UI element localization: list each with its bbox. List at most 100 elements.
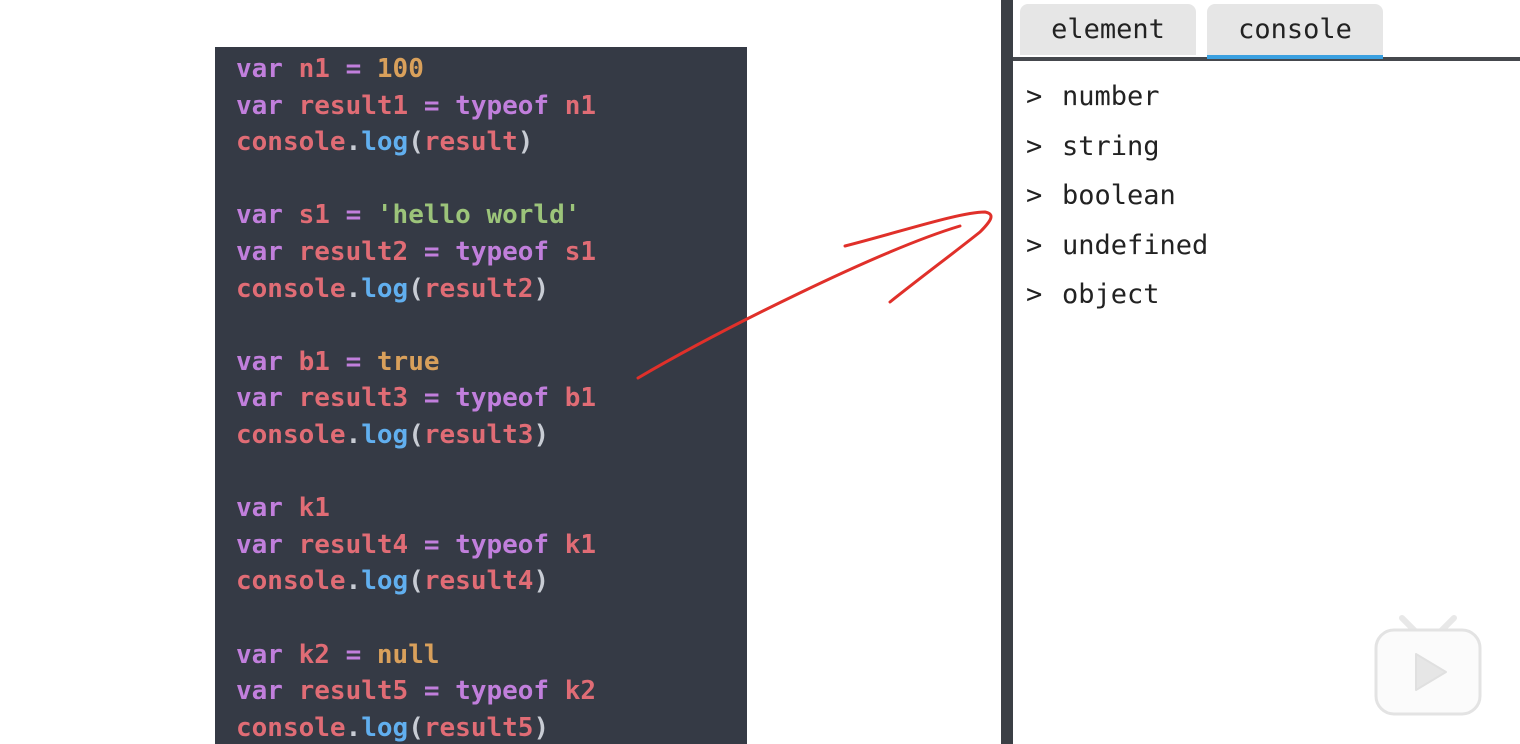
code-token: result: [423, 127, 518, 158]
code-token: =: [345, 54, 362, 84]
console-prompt-chevron: >: [1026, 81, 1043, 113]
code-line: console.log(result): [236, 124, 596, 161]
code-token: k1: [282, 493, 330, 524]
code-token: k2: [549, 676, 597, 707]
code-line: var result3 = typeof b1: [236, 380, 596, 417]
code-token: result3: [423, 419, 534, 450]
code-token: var: [236, 383, 283, 414]
code-token: k2: [282, 639, 346, 670]
code-token: (: [408, 273, 424, 304]
console-prompt-chevron: >: [1026, 180, 1043, 212]
code-line: var k1: [236, 490, 596, 527]
code-token: 100: [361, 54, 424, 84]
code-token: log: [361, 566, 409, 597]
code-token: console: [236, 712, 346, 743]
code-token: result5: [282, 676, 424, 707]
code-token: .: [345, 419, 362, 450]
code-token: result5: [423, 712, 534, 743]
code-token: 'hello world': [361, 200, 581, 231]
devtools-border: [1001, 0, 1013, 744]
code-token: (: [408, 419, 424, 450]
code-token: ): [517, 127, 534, 158]
code-token: var: [236, 200, 283, 231]
console-output-text: undefined: [1062, 229, 1209, 261]
console-output-text: string: [1062, 130, 1160, 162]
code-line: var result2 = typeof s1: [236, 234, 596, 271]
code-token: (: [408, 712, 424, 743]
console-prompt-chevron: >: [1026, 229, 1043, 261]
code-token: =: [423, 236, 440, 267]
console-output-row[interactable]: > undefined: [1026, 221, 1208, 271]
code-editor: var n1 = 100 var result1 = typeof n1 conso…: [215, 47, 747, 744]
code-token: var: [236, 529, 283, 560]
code-token: =: [423, 529, 440, 560]
code-token: log: [361, 712, 409, 743]
code-token: ): [533, 273, 550, 304]
code-token: var: [236, 346, 283, 377]
code-token: s1: [282, 200, 346, 231]
code-token: s1: [549, 236, 597, 267]
code-token: var: [236, 236, 283, 267]
console-prompt-chevron: >: [1026, 130, 1043, 162]
code-line: console.log(result4): [236, 563, 596, 600]
code-line: var b1 = true: [236, 344, 596, 381]
code-token: b1: [549, 383, 597, 414]
code-token: typeof: [439, 236, 550, 267]
code-token: var: [236, 90, 283, 121]
code-token: typeof: [439, 529, 550, 560]
code-token: =: [423, 676, 440, 707]
code-token: typeof: [439, 676, 550, 707]
code-token: true: [361, 346, 440, 377]
code-line: var k2 = null: [236, 637, 596, 674]
code-token: .: [345, 127, 362, 158]
code-token: =: [423, 90, 440, 121]
code-token: result2: [282, 236, 424, 267]
code-token: log: [361, 273, 409, 304]
code-line: var n1 = 100: [236, 51, 596, 88]
code-token: result2: [423, 273, 534, 304]
code-line: var result4 = typeof k1: [236, 527, 596, 564]
code-token: .: [345, 712, 362, 743]
code-token: k1: [549, 529, 597, 560]
tab-console[interactable]: console: [1207, 4, 1383, 59]
devtools-tabbar: element console: [1013, 0, 1520, 61]
code-token: ): [533, 566, 550, 597]
code-token: =: [345, 639, 362, 670]
bilibili-tv-play-icon: [1372, 612, 1484, 718]
code-token: console: [236, 127, 346, 158]
code-token: null: [361, 639, 440, 670]
code-token: n1: [282, 54, 346, 84]
tab-element[interactable]: element: [1020, 4, 1196, 55]
code-line: console.log(result3): [236, 417, 596, 454]
code-token: ): [533, 712, 550, 743]
code-token: var: [236, 676, 283, 707]
console-output-row[interactable]: > object: [1026, 270, 1208, 320]
code-lines: var n1 = 100 var result1 = typeof n1 conso…: [236, 51, 596, 744]
tutorial-frame: var n1 = 100 var result1 = typeof n1 conso…: [0, 0, 1520, 744]
code-line: var result5 = typeof k2: [236, 673, 596, 710]
console-output-text: number: [1062, 81, 1160, 113]
code-token: typeof: [439, 383, 550, 414]
code-token: .: [345, 566, 362, 597]
console-output-row[interactable]: > string: [1026, 122, 1208, 172]
code-token: =: [345, 346, 362, 377]
code-token: (: [408, 566, 424, 597]
code-line: var result1 = typeof n1: [236, 88, 596, 125]
code-line: console.log(result5): [236, 710, 596, 744]
code-token: log: [361, 419, 409, 450]
console-output-row[interactable]: > boolean: [1026, 171, 1208, 221]
console-output-list: > number > string > boolean > undefined > object: [1026, 72, 1208, 320]
code-token: log: [361, 127, 409, 158]
code-token: result4: [423, 566, 534, 597]
code-token: typeof: [439, 90, 550, 121]
console-output-text: boolean: [1062, 180, 1176, 212]
console-output-row[interactable]: > number: [1026, 72, 1208, 122]
code-token: console: [236, 273, 346, 304]
code-token: =: [345, 200, 362, 231]
console-output-text: object: [1062, 279, 1160, 311]
code-token: result3: [282, 383, 424, 414]
